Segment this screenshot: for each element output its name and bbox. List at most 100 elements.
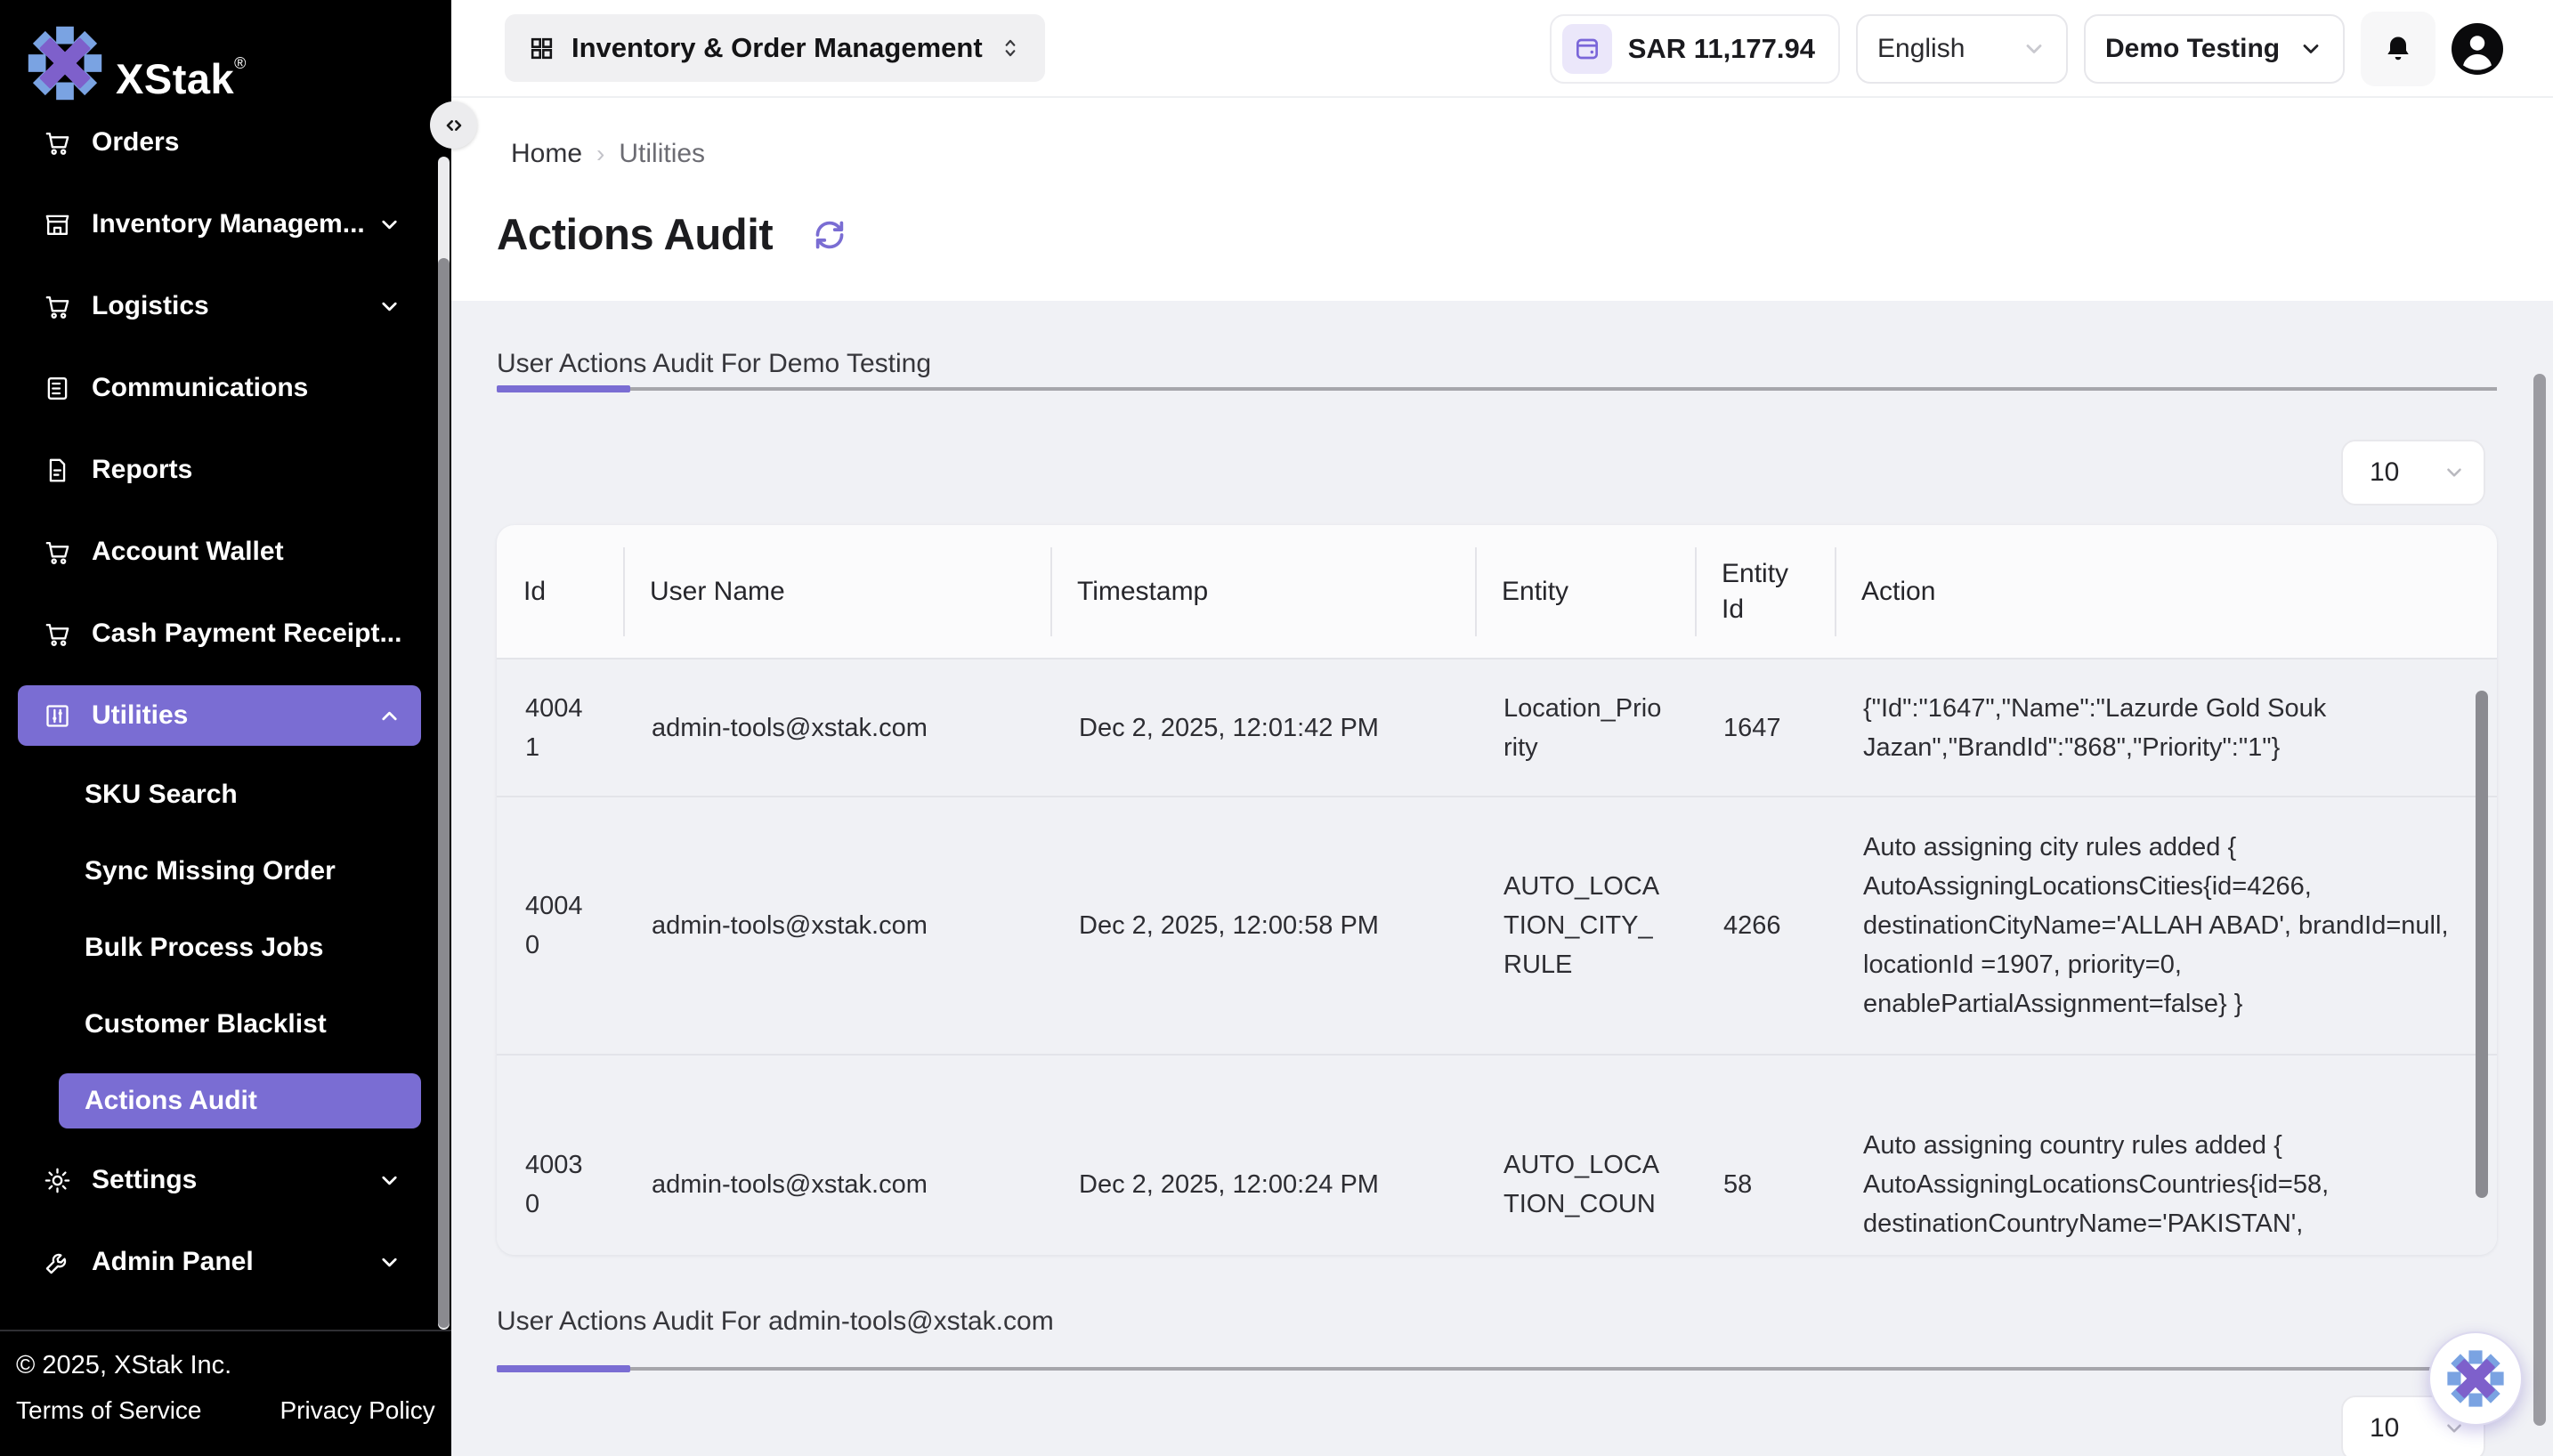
tab-underline (497, 1365, 2497, 1372)
wallet-balance-button[interactable]: SAR 11,177.94 (1550, 14, 1840, 84)
sidebar-item-utilities[interactable]: Utilities (18, 685, 421, 746)
sidebar-item-label: Utilities (92, 700, 188, 731)
cell-entity-id: 58 (1695, 1055, 1835, 1255)
cell-entity-id: 4266 (1695, 797, 1835, 1055)
table-row: 40041 admin-tools@xstak.com Dec 2, 2025,… (497, 659, 2497, 797)
notifications-button[interactable] (2361, 12, 2435, 86)
terms-of-service-link[interactable]: Terms of Service (16, 1396, 202, 1425)
document-icon (43, 456, 72, 485)
sidebar-item-label: Inventory Managem... (92, 209, 365, 239)
sidebar-item-bulk-process-jobs[interactable]: Bulk Process Jobs (59, 920, 421, 975)
cell-id: 40041 (497, 659, 623, 797)
cell-entity: Location_Priority (1475, 659, 1695, 797)
cell-timestamp: Dec 2, 2025, 12:01:42 PM (1050, 659, 1475, 797)
refresh-button[interactable] (810, 215, 849, 255)
server-icon (43, 374, 72, 403)
person-icon (2452, 23, 2503, 75)
profile-avatar[interactable] (2452, 23, 2503, 75)
cart-icon (43, 538, 72, 567)
cart-icon (43, 619, 72, 649)
sidebar-item-label: Cash Payment Receipt... (92, 619, 401, 649)
cell-user-name: admin-tools@xstak.com (623, 1055, 1050, 1255)
workspace-switcher[interactable]: Inventory & Order Management (505, 14, 1045, 82)
sidebar-item-customer-blacklist[interactable]: Customer Blacklist (59, 997, 421, 1052)
sidebar-item-actions-audit[interactable]: Actions Audit (59, 1073, 421, 1128)
brand-name: XStak® (116, 25, 247, 117)
wallet-icon (1562, 24, 1612, 74)
sidebar-item-sync-missing-order[interactable]: Sync Missing Order (59, 844, 421, 899)
grid-icon (528, 35, 555, 62)
language-select[interactable]: English (1856, 14, 2068, 84)
cell-id: 40030 (497, 1055, 623, 1255)
sidebar-item-label: Settings (92, 1165, 197, 1195)
storefront-icon (43, 210, 72, 239)
sidebar-item-label: Account Wallet (92, 537, 284, 567)
breadcrumb-separator: › (596, 140, 604, 168)
copyright-text: © 2025, XStak Inc. (16, 1351, 451, 1380)
brand-logo[interactable]: XStak® (27, 25, 247, 117)
cart-icon (43, 132, 72, 158)
privacy-policy-link[interactable]: Privacy Policy (280, 1396, 435, 1425)
chevron-down-icon (377, 295, 401, 319)
app-root: XStak® Orders Inventory Managem... Logis… (0, 0, 2553, 1456)
gear-icon (43, 1166, 72, 1195)
sidebar-item-inventory-management[interactable]: Inventory Managem... (18, 194, 421, 255)
cell-action: Auto assigning country rules added { Aut… (1835, 1055, 2497, 1255)
breadcrumb-home[interactable]: Home (511, 139, 582, 169)
sidebar-item-account-wallet[interactable]: Account Wallet (18, 522, 421, 582)
sidebar-subitem-label: SKU Search (85, 780, 238, 810)
column-header-entity: Entity (1475, 525, 1695, 659)
sidebar-item-label: Orders (92, 132, 179, 158)
floating-brand-widget[interactable] (2428, 1331, 2523, 1426)
language-value: English (1877, 34, 1965, 64)
sidebar-item-communications[interactable]: Communications (18, 358, 421, 418)
cell-timestamp: Dec 2, 2025, 12:00:24 PM (1050, 1055, 1475, 1255)
chevron-down-icon (377, 1169, 401, 1193)
wrench-icon (43, 1248, 72, 1277)
cell-entity: AUTO_LOCATION_CITY_RULE (1475, 797, 1695, 1055)
cart-icon (43, 292, 72, 321)
sidebar-collapse-button[interactable] (430, 101, 477, 149)
sidebar-item-cash-payment-receipt[interactable]: Cash Payment Receipt... (18, 603, 421, 664)
sidebar-scrollbar-thumb[interactable] (438, 258, 450, 1328)
active-tab-indicator (497, 385, 630, 392)
sidebar-item-admin-panel[interactable]: Admin Panel (18, 1232, 421, 1292)
page-size-value: 10 (2370, 457, 2399, 488)
angle-brackets-icon (442, 113, 466, 138)
table-scrollbar-thumb[interactable] (2476, 691, 2488, 1198)
tenant-value: Demo Testing (2105, 34, 2280, 64)
sidebar: XStak® Orders Inventory Managem... Logis… (0, 0, 451, 1456)
sidebar-item-label: Admin Panel (92, 1247, 254, 1277)
sidebar-item-label: Logistics (92, 291, 209, 321)
cell-entity: AUTO_LOCATION_COUN (1475, 1055, 1695, 1255)
sidebar-item-label: Reports (92, 455, 192, 485)
sidebar-item-settings[interactable]: Settings (18, 1150, 421, 1210)
page-scrollbar-thumb[interactable] (2533, 374, 2546, 1426)
tab-tenant-audit[interactable]: User Actions Audit For Demo Testing (497, 349, 931, 379)
page-size-select-top[interactable]: 10 (2341, 440, 2485, 506)
chevron-down-icon (2298, 36, 2323, 61)
sidebar-footer: © 2025, XStak Inc. Terms of Service Priv… (0, 1330, 451, 1456)
sidebar-item-sku-search[interactable]: SKU Search (59, 767, 421, 822)
cell-user-name: admin-tools@xstak.com (623, 659, 1050, 797)
sidebar-item-orders[interactable]: Orders (18, 132, 421, 173)
bell-icon (2382, 33, 2414, 65)
column-header-timestamp: Timestamp (1050, 525, 1475, 659)
page-size-value: 10 (2370, 1413, 2399, 1444)
workspace-name: Inventory & Order Management (571, 32, 983, 64)
tenant-select[interactable]: Demo Testing (2084, 14, 2345, 84)
chevron-down-icon (377, 1250, 401, 1274)
refresh-icon (810, 215, 849, 255)
sidebar-item-logistics[interactable]: Logistics (18, 276, 421, 336)
table-header: Id User Name Timestamp Entity Entity Id … (497, 525, 2497, 659)
audit-table-card: Id User Name Timestamp Entity Entity Id … (497, 525, 2497, 1255)
cell-action: Auto assigning city rules added { AutoAs… (1835, 797, 2497, 1055)
chevron-up-down-icon (999, 36, 1022, 60)
tab-user-audit[interactable]: User Actions Audit For admin-tools@xstak… (497, 1306, 1054, 1337)
column-header-id: Id (497, 525, 623, 659)
breadcrumb: Home › Utilities (511, 139, 705, 169)
sidebar-nav: Orders Inventory Managem... Logistics Co… (18, 132, 421, 1326)
sidebar-item-reports[interactable]: Reports (18, 440, 421, 500)
sidebar-subitem-label: Customer Blacklist (85, 1009, 327, 1039)
chevron-down-icon (377, 213, 401, 237)
